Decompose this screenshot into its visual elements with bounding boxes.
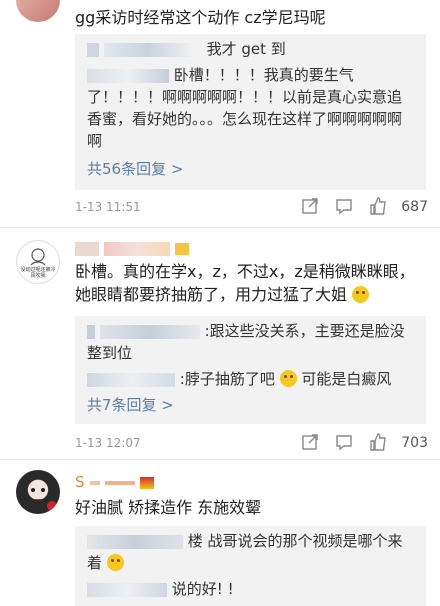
laugh-emoji-icon bbox=[106, 554, 124, 571]
avatar[interactable]: 没动过呢还被冷风吹我 bbox=[16, 240, 60, 284]
comment-item: 没动过呢还被冷风吹我 卧槽。真的在学x，z，不过x，z是稍微眯眯眼，她眼睛都要挤… bbox=[0, 228, 440, 460]
comment-text: gg采访时经常这个动作 cz学尼玛呢 bbox=[75, 8, 326, 27]
reply-item[interactable]: :脖子抽筋了吧 可能是白癜风 bbox=[75, 364, 426, 390]
reply-text: :脖子抽筋了吧 bbox=[179, 370, 275, 388]
username-redacted[interactable] bbox=[87, 534, 183, 549]
username-initial: S bbox=[75, 473, 85, 491]
username-redacted[interactable] bbox=[87, 68, 169, 83]
reply-text: 可能是白癜风 bbox=[301, 370, 392, 388]
reply-item[interactable]: :跟这些没关系，主要还是脸没整到位 bbox=[75, 316, 426, 364]
comment-meta: 1-13 11:51 687 bbox=[75, 196, 428, 220]
share-icon[interactable] bbox=[300, 432, 322, 454]
like-icon[interactable] bbox=[368, 196, 390, 218]
username-redacted[interactable] bbox=[87, 324, 95, 339]
comment-text: 卧槽。真的在学x，z，不过x，z是稍微眯眯眼，她眼睛都要挤抽筋了，用力过猛了大姐 bbox=[75, 262, 415, 304]
avatar-face-icon bbox=[31, 488, 57, 511]
username-redacted[interactable] bbox=[75, 238, 190, 256]
timestamp: 1-13 11:51 bbox=[75, 200, 141, 214]
comment-icon[interactable] bbox=[334, 196, 356, 218]
comment-icon[interactable] bbox=[334, 432, 356, 454]
smile-emoji-icon bbox=[352, 286, 370, 303]
comment-item: gg采访时经常这个动作 cz学尼玛呢 我才 get 到 卧槽！！！！我真的要生气… bbox=[0, 0, 440, 228]
more-replies-link[interactable]: 共56条回复 > bbox=[75, 158, 426, 180]
comment-meta: 1-13 12:07 703 bbox=[75, 432, 428, 456]
timestamp: 1-13 12:07 bbox=[75, 436, 141, 450]
like-icon[interactable] bbox=[368, 432, 390, 454]
reply-box: 我才 get 到 卧槽！！！！我真的要生气了！！！！啊啊啊啊啊！！！以前是真心实… bbox=[75, 34, 426, 190]
avatar-caption: 没动过呢还被冷风吹我 bbox=[20, 267, 56, 279]
reply-item[interactable]: 卧槽！！！！我真的要生气了！！！！啊啊啊啊啊！！！以前是真心实意追香蜜，看好她的… bbox=[75, 60, 426, 152]
reply-box: :跟这些没关系，主要还是脸没整到位 :脖子抽筋了吧 可能是白癜风 共7条回复 > bbox=[75, 316, 426, 424]
username-redacted[interactable] bbox=[99, 324, 200, 339]
reply-text: 我才 get 到 bbox=[206, 40, 286, 58]
like-count: 703 bbox=[401, 435, 428, 451]
comment-item: S 好油腻 矫揉造作 东施效颦 楼 战哥说会的那个视频是哪个来着 说的好! ! bbox=[0, 460, 440, 606]
avatar[interactable] bbox=[16, 470, 60, 514]
username-redacted[interactable]: S bbox=[75, 472, 154, 491]
reply-box: 楼 战哥说会的那个视频是哪个来着 说的好! ! bbox=[75, 526, 426, 606]
laugh-emoji-icon bbox=[279, 370, 297, 387]
username-redacted[interactable] bbox=[87, 372, 175, 387]
like-count: 687 bbox=[401, 199, 428, 215]
comment-text: 好油腻 矫揉造作 东施效颦 bbox=[75, 498, 262, 517]
reply-item[interactable]: 我才 get 到 bbox=[75, 34, 426, 60]
username-redacted[interactable] bbox=[87, 42, 99, 57]
reply-item[interactable]: 楼 战哥说会的那个视频是哪个来着 bbox=[75, 526, 426, 574]
username-redacted[interactable] bbox=[87, 582, 167, 597]
share-icon[interactable] bbox=[300, 196, 322, 218]
reply-item[interactable]: 说的好! ! bbox=[75, 574, 426, 600]
reply-text: 说的好! ! bbox=[171, 580, 234, 598]
username-redacted[interactable] bbox=[103, 42, 192, 57]
more-replies-link[interactable]: 共7条回复 > bbox=[75, 394, 426, 416]
